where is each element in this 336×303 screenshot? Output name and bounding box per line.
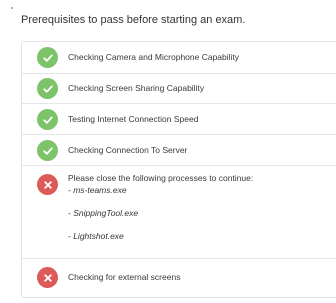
check-row-external-screens: Checking for external screens bbox=[22, 258, 336, 298]
x-icon bbox=[37, 174, 58, 195]
check-label: Checking Connection To Server bbox=[68, 145, 188, 155]
process-name: SnippingTool.exe bbox=[73, 208, 139, 218]
check-row-camera-microphone: Checking Camera and Microphone Capabilit… bbox=[22, 42, 336, 73]
check-row-server-connection: Checking Connection To Server bbox=[22, 134, 336, 166]
check-icon bbox=[37, 47, 58, 68]
process-name: Lightshot.exe bbox=[73, 231, 124, 241]
check-row-close-processes: Please close the following processes to … bbox=[22, 165, 336, 259]
prerequisites-panel: Checking Camera and Microphone Capabilit… bbox=[21, 41, 336, 298]
page-heading: Prerequisites to pass before starting an… bbox=[21, 14, 246, 26]
check-label: Testing Internet Connection Speed bbox=[68, 114, 199, 124]
process-name: ms-teams.exe bbox=[73, 185, 127, 195]
check-row-internet-speed: Testing Internet Connection Speed bbox=[22, 103, 336, 135]
check-label: Please close the following processes to … bbox=[68, 173, 254, 183]
check-label: Checking Camera and Microphone Capabilit… bbox=[68, 52, 240, 62]
process-item: - ms-teams.exe bbox=[68, 185, 127, 195]
check-icon bbox=[37, 109, 58, 130]
decorative-dot bbox=[11, 7, 13, 9]
check-row-screen-sharing: Checking Screen Sharing Capability bbox=[22, 73, 336, 104]
check-label: Checking Screen Sharing Capability bbox=[68, 83, 205, 93]
check-icon bbox=[37, 140, 58, 161]
x-icon bbox=[37, 267, 58, 288]
check-label: Checking for external screens bbox=[68, 272, 181, 282]
process-item: - SnippingTool.exe bbox=[68, 208, 138, 218]
process-item: - Lightshot.exe bbox=[68, 231, 124, 241]
check-icon bbox=[37, 78, 58, 99]
